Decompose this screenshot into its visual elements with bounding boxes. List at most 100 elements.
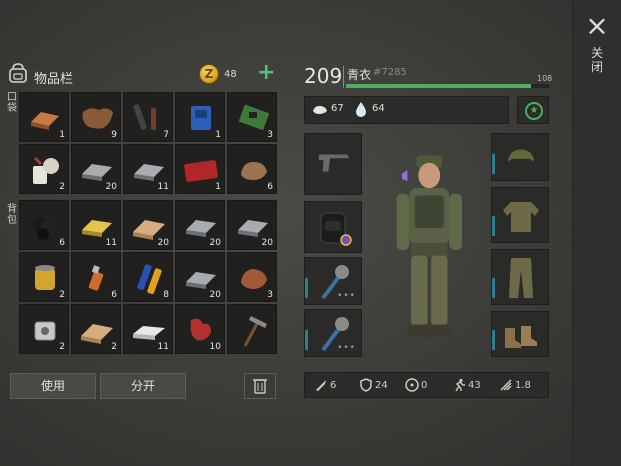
item-quantity: 3 (267, 130, 273, 140)
feet-slot[interactable] (491, 311, 549, 357)
knife-icon (316, 380, 326, 391)
durability-indicator (492, 330, 495, 350)
durability-indicator (492, 154, 495, 174)
character-name: 青衣 (347, 68, 372, 82)
stat-stamina: 1.8 (499, 378, 531, 392)
inventory-slot[interactable]: 7 (123, 92, 173, 142)
item-quantity: 8 (163, 290, 169, 300)
inventory-slot[interactable]: 2 (19, 304, 69, 354)
inventory-slot[interactable]: 8 (123, 252, 173, 302)
add-coins-button[interactable]: + (257, 62, 275, 84)
inventory-slot[interactable]: 20 (123, 200, 173, 250)
inventory-slot[interactable]: 6 (227, 144, 277, 194)
inventory-slot[interactable]: 1 (175, 144, 225, 194)
split-button[interactable]: 分开 (100, 373, 186, 399)
hammer-icon (243, 316, 267, 347)
item-quantity: 2 (59, 290, 65, 300)
tactical-backpack-icon (320, 212, 352, 246)
character-model (396, 155, 462, 338)
item-quantity: 11 (105, 238, 117, 248)
xp-max: 108 (537, 74, 553, 83)
inventory-slot[interactable]: 20 (175, 252, 225, 302)
item-quantity: 6 (59, 238, 65, 248)
close-label[interactable]: 关闭 (589, 46, 605, 74)
armor-value: 24 (375, 380, 388, 391)
inventory-slot[interactable]: 2 (71, 304, 121, 354)
item-quantity: 11 (157, 182, 169, 192)
melee-slot-1[interactable]: ••• (304, 257, 362, 305)
use-button[interactable]: 使用 (10, 373, 96, 399)
item-quantity: 11 (157, 342, 169, 352)
item-quantity: 20 (261, 238, 273, 248)
water-drop-icon (356, 102, 366, 117)
water-value: 64 (372, 103, 385, 114)
inventory-slot[interactable]: 20 (227, 200, 277, 250)
dots-indicator: ••• (337, 343, 356, 353)
weapon-slot-pistol[interactable] (304, 133, 362, 195)
inventory-slot[interactable]: 1 (19, 92, 69, 142)
body-slot[interactable] (491, 187, 549, 243)
inventory-slot[interactable]: 3 (227, 252, 277, 302)
item-quantity: 9 (111, 130, 117, 140)
inventory-slot[interactable]: 2 (19, 144, 69, 194)
item-quantity: 20 (209, 238, 221, 248)
pocket-label: 口袋 (7, 92, 17, 114)
close-icon[interactable]: × (585, 12, 609, 40)
item-quantity: 10 (209, 342, 221, 352)
inventory-slot[interactable]: 20 (175, 200, 225, 250)
inventory-slot[interactable]: 11 (123, 144, 173, 194)
stat-attack: 6 (314, 378, 336, 392)
speed-value: 43 (468, 380, 481, 391)
running-icon (455, 378, 465, 392)
inventory-slot[interactable]: 6 (71, 252, 121, 302)
item-quantity: 3 (267, 290, 273, 300)
inventory-slot[interactable]: 1 (175, 92, 225, 142)
melee-slot-2[interactable]: ••• (304, 309, 362, 357)
durability-indicator (492, 216, 495, 236)
item-quantity: 6 (111, 290, 117, 300)
stat-armor: 24 (359, 378, 388, 392)
character-level: 209 (304, 64, 343, 88)
inventory-slot[interactable]: 10 (175, 304, 225, 354)
legs-slot[interactable] (491, 249, 549, 305)
camo-pants-icon (509, 258, 533, 298)
inventory-slot[interactable] (227, 304, 277, 354)
backpack-slot[interactable] (304, 201, 362, 253)
coin-count: 48 (224, 69, 237, 80)
food-icon (313, 105, 327, 114)
character-id: #7285 (373, 67, 407, 78)
radiation-value: 0 (421, 380, 428, 391)
item-quantity: 1 (59, 130, 65, 140)
inventory-slot[interactable]: 6 (19, 200, 69, 250)
inventory-slot[interactable]: 20 (71, 144, 121, 194)
attack-value: 6 (330, 380, 337, 391)
durability-indicator (305, 278, 308, 298)
inventory-slot[interactable]: 2 (19, 252, 69, 302)
backpack-icon (9, 63, 27, 83)
inventory-slot[interactable]: 11 (71, 200, 121, 250)
item-quantity: 6 (267, 182, 273, 192)
trash-button[interactable] (244, 373, 276, 399)
star-icon: ★ (525, 102, 543, 120)
item-quantity: 2 (59, 182, 65, 192)
coin-icon: Z (199, 64, 219, 84)
divider (343, 66, 344, 88)
item-quantity: 2 (59, 342, 65, 352)
inventory-slot[interactable]: 9 (71, 92, 121, 142)
stat-radiation: 0 (405, 378, 427, 392)
item-quantity: 20 (157, 238, 169, 248)
item-quantity: 2 (111, 342, 117, 352)
item-quantity: 20 (105, 182, 117, 192)
favorite-button[interactable]: ★ (517, 96, 549, 124)
camo-jacket-icon (503, 202, 539, 232)
xp-bar-fill (346, 84, 531, 88)
inventory-slot[interactable]: 3 (227, 92, 277, 142)
item-quantity: 1 (215, 130, 221, 140)
head-slot[interactable] (491, 133, 549, 181)
stat-speed: 43 (452, 378, 481, 392)
pistol-icon (318, 154, 350, 172)
durability-indicator (305, 330, 308, 350)
shield-icon (360, 378, 372, 392)
inventory-slot[interactable]: 11 (123, 304, 173, 354)
item-quantity: 7 (163, 130, 169, 140)
